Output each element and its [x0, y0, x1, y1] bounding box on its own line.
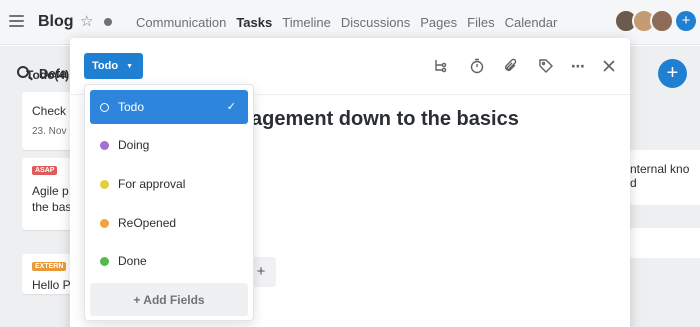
status-option-label: Doing — [118, 138, 150, 152]
status-dot-icon — [100, 218, 109, 228]
status-option-label: Done — [118, 254, 147, 268]
project-nav: Communication Tasks Timeline Discussions… — [136, 15, 557, 30]
nav-discussions[interactable]: Discussions — [341, 15, 410, 30]
status-option-label: Todo — [118, 100, 145, 114]
task-card[interactable]: Check o 23. Nov — [22, 92, 72, 150]
caret-down-icon: ▼ — [126, 62, 133, 70]
status-dropdown-button[interactable]: Todo ▼ — [84, 53, 143, 79]
project-title: Blog — [38, 13, 74, 30]
attachment-icon[interactable] — [502, 57, 520, 75]
status-option-label: For approval — [118, 177, 186, 191]
tag-badge: EXTERN — [32, 262, 67, 271]
tag-icon[interactable] — [537, 57, 555, 75]
card-title: Agile p — [32, 184, 69, 198]
task-card[interactable]: ASAP Agile p the bas — [22, 158, 72, 230]
task-card[interactable]: EXTERN Hello P — [22, 254, 72, 294]
status-dot-icon — [100, 256, 109, 266]
menu-icon[interactable] — [9, 15, 24, 27]
add-task-button[interactable]: + — [658, 59, 687, 88]
status-option-done[interactable]: Done — [90, 244, 248, 278]
nav-communication[interactable]: Communication — [136, 15, 226, 30]
status-option-todo[interactable]: Todo ✓ — [90, 90, 248, 124]
status-option-doing[interactable]: Doing — [90, 128, 248, 162]
subtask-icon[interactable] — [432, 57, 450, 75]
card-title-line2: d — [630, 176, 637, 190]
star-icon[interactable]: ☆ — [80, 12, 93, 30]
timer-icon[interactable] — [468, 57, 486, 75]
nav-tasks[interactable]: Tasks — [236, 15, 272, 30]
status-label: Todo — [92, 60, 119, 72]
more-options-icon[interactable]: ⋯ — [569, 57, 587, 75]
member-avatars[interactable] — [614, 9, 674, 33]
task-card[interactable] — [630, 228, 700, 258]
nav-files[interactable]: Files — [467, 15, 494, 30]
status-dropdown-menu: Todo ✓ Doing For approval ReOpened Done … — [84, 84, 254, 321]
status-dot-icon — [104, 18, 112, 26]
card-title: Hello P — [32, 278, 71, 292]
task-card[interactable]: nternal kno d — [630, 150, 700, 205]
card-title-line2: the bas — [32, 200, 72, 214]
status-dot-icon — [100, 140, 109, 150]
column-title: Todo(4) — [26, 68, 70, 82]
task-title[interactable]: agement down to the basics — [251, 108, 519, 131]
nav-pages[interactable]: Pages — [420, 15, 457, 30]
avatar[interactable] — [650, 9, 674, 33]
add-fields-button[interactable]: + Add Fields — [90, 283, 248, 316]
checkmark-icon: ✓ — [226, 101, 236, 113]
close-icon[interactable] — [600, 57, 618, 75]
tag-badge: ASAP — [32, 166, 58, 175]
add-member-button[interactable]: + — [676, 11, 696, 31]
nav-timeline[interactable]: Timeline — [282, 15, 331, 30]
card-date: 23. Nov — [32, 126, 67, 137]
status-option-reopened[interactable]: ReOpened — [90, 206, 248, 240]
status-option-label: ReOpened — [118, 216, 177, 230]
card-title: Check o — [32, 104, 72, 118]
card-title: nternal kno — [630, 162, 690, 176]
status-option-for-approval[interactable]: For approval — [90, 167, 248, 201]
status-dot-icon — [100, 179, 109, 189]
nav-calendar[interactable]: Calendar — [505, 15, 558, 30]
status-ring-icon — [100, 102, 109, 112]
